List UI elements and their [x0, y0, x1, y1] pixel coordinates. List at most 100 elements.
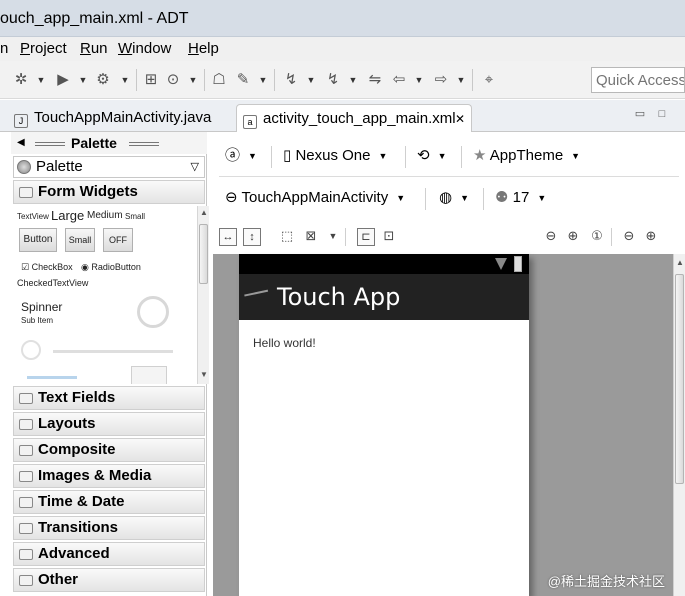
separator: [405, 146, 406, 168]
new-package-icon[interactable]: ⊞: [142, 71, 160, 89]
widget-radio-button[interactable]: ◉ RadioButton: [81, 262, 141, 273]
widget-textview[interactable]: TextView: [17, 212, 49, 221]
widget-spinner[interactable]: Spinner: [21, 300, 62, 314]
window-title-bar: ouch_app_main.xml - ADT: [0, 0, 685, 37]
collapse-arrow-icon[interactable]: ◀: [17, 132, 25, 154]
minimize-icon[interactable]: ▭: [634, 108, 646, 120]
toggle-fill-width-icon[interactable]: ↔: [219, 228, 237, 246]
back-dropdown-icon[interactable]: ▼: [414, 71, 424, 89]
category-time-date[interactable]: Time & Date: [13, 490, 205, 514]
forward-arrow-icon[interactable]: ⇨: [432, 71, 450, 89]
menu-window[interactable]: Window: [118, 37, 171, 61]
canvas-scrollbar[interactable]: ▲: [673, 254, 685, 596]
maximize-icon[interactable]: □: [656, 108, 668, 120]
orientation-dropdown[interactable]: ⟲ ▼: [417, 136, 447, 176]
widget-checkbox[interactable]: ☑ CheckBox: [21, 262, 73, 273]
next-annotation-dropdown-icon[interactable]: ▼: [306, 71, 316, 89]
external-tools-icon[interactable]: ⚙: [94, 71, 112, 89]
chevron-down-icon[interactable]: ▼: [325, 228, 341, 244]
prev-annotation-dropdown-icon[interactable]: ▼: [348, 71, 358, 89]
zoom-in-icon[interactable]: ⊕: [643, 228, 659, 244]
menu-help[interactable]: Help: [188, 37, 219, 61]
zoom-out-icon[interactable]: ⊖: [621, 228, 637, 244]
app-action-bar[interactable]: Touch App: [239, 274, 529, 320]
new-class-dropdown-icon[interactable]: ▼: [188, 71, 198, 89]
seekbar[interactable]: [27, 376, 77, 379]
category-transitions[interactable]: Transitions: [13, 516, 205, 540]
scroll-up-icon[interactable]: ▲: [200, 208, 208, 217]
widget-large-text[interactable]: Large: [51, 208, 84, 223]
category-text-fields[interactable]: Text Fields: [13, 386, 205, 410]
run-dropdown-icon[interactable]: ▼: [78, 71, 88, 89]
signal-icon: [495, 258, 507, 270]
scroll-up-icon[interactable]: ▲: [676, 258, 684, 267]
layout-config-dropdown[interactable]: ⓐ ▼: [225, 136, 257, 176]
distribute-icon[interactable]: ⊠: [303, 228, 319, 244]
next-annotation-icon[interactable]: ↯: [282, 71, 300, 89]
widget-small-button[interactable]: Small: [65, 228, 95, 252]
device-preview[interactable]: Touch App Hello world!: [239, 254, 529, 596]
category-composite[interactable]: Composite: [13, 438, 205, 462]
new-class-icon[interactable]: ⊙: [164, 71, 182, 89]
palette-scrollbar[interactable]: ▲ ▼: [197, 206, 209, 384]
menu-project[interactable]: Project: [20, 37, 67, 61]
star-icon: ★: [473, 147, 487, 164]
activity-dropdown[interactable]: ⊖ TouchAppMainActivity ▼: [225, 178, 405, 218]
debug-dropdown-icon[interactable]: ▼: [36, 71, 46, 89]
zoom-fit-icon[interactable]: ⊕: [565, 228, 581, 244]
forward-dropdown-icon[interactable]: ▼: [456, 71, 466, 89]
menu-file[interactable]: n: [0, 37, 8, 61]
widget-button[interactable]: Button: [19, 228, 57, 252]
widget-checked-textview[interactable]: CheckedTextView: [17, 278, 88, 288]
widget-toggle-button[interactable]: OFF: [103, 228, 133, 252]
device-dropdown[interactable]: ▯ Nexus One ▼: [283, 136, 387, 176]
config-row-activity: ⊖ TouchAppMainActivity ▼ ◍ ▼ ⚉ 17 ▼: [213, 178, 685, 218]
java-file-icon: J: [14, 114, 28, 128]
category-other[interactable]: Other: [13, 568, 205, 592]
tab-java-file[interactable]: J TouchAppMainActivity.java: [8, 104, 232, 132]
widget-small-text[interactable]: Small: [125, 212, 145, 221]
folder-open-icon: [19, 187, 33, 198]
folder-icon: [19, 471, 33, 482]
widget-medium-text[interactable]: Medium: [87, 210, 123, 221]
progress-circle-icon[interactable]: [137, 296, 169, 328]
clipping-icon[interactable]: ⊡: [381, 228, 397, 244]
zoom-out-full-icon[interactable]: ⊖: [543, 228, 559, 244]
palette-selector[interactable]: Palette ▽: [13, 156, 205, 178]
search-icon[interactable]: ✎: [234, 71, 252, 89]
last-edit-icon[interactable]: ⇋: [366, 71, 384, 89]
progress-bar[interactable]: [53, 350, 173, 353]
search-dropdown-icon[interactable]: ▼: [258, 71, 268, 89]
battery-icon: [514, 256, 522, 272]
locale-dropdown[interactable]: ◍ ▼: [439, 178, 469, 218]
margins-icon[interactable]: ⬚: [279, 228, 295, 244]
layout-outline-icon[interactable]: ⊏: [357, 228, 375, 246]
palette-panel: ◀ Palette Palette ▽ Form Widgets TextVie…: [11, 132, 209, 596]
open-type-icon[interactable]: ☖: [210, 71, 228, 89]
canvas-scroll-thumb[interactable]: [675, 274, 684, 484]
small-progress-icon[interactable]: [21, 340, 41, 360]
debug-icon[interactable]: ✲: [12, 71, 30, 89]
zoom-actual-icon[interactable]: ①: [589, 228, 605, 244]
toggle-fill-height-icon[interactable]: ↕: [243, 228, 261, 246]
category-advanced[interactable]: Advanced: [13, 542, 205, 566]
hello-textview[interactable]: Hello world!: [253, 336, 316, 350]
run-icon[interactable]: ▶: [54, 71, 72, 89]
menu-run[interactable]: Run: [80, 37, 108, 61]
api-level-dropdown[interactable]: ⚉ 17 ▼: [495, 178, 546, 218]
quick-contact-badge-icon[interactable]: [131, 366, 167, 384]
design-canvas[interactable]: Touch App Hello world! @稀土掘金技术社区: [213, 254, 673, 596]
prev-annotation-icon[interactable]: ↯: [324, 71, 342, 89]
category-layouts[interactable]: Layouts: [13, 412, 205, 436]
back-arrow-icon[interactable]: ⇦: [390, 71, 408, 89]
pin-editor-icon[interactable]: ⌖: [480, 71, 498, 89]
category-form-widgets[interactable]: Form Widgets: [13, 180, 205, 204]
theme-dropdown[interactable]: ★ AppTheme ▼: [473, 136, 580, 176]
scroll-down-icon[interactable]: ▼: [200, 370, 208, 379]
external-tools-dropdown-icon[interactable]: ▼: [120, 71, 130, 89]
close-tab-icon[interactable]: ✕: [455, 105, 465, 133]
quick-access-input[interactable]: [591, 67, 685, 93]
category-images-media[interactable]: Images & Media: [13, 464, 205, 488]
tab-xml-file[interactable]: a activity_touch_app_main.xml ✕: [236, 104, 472, 132]
palette-scroll-thumb[interactable]: [199, 224, 208, 284]
